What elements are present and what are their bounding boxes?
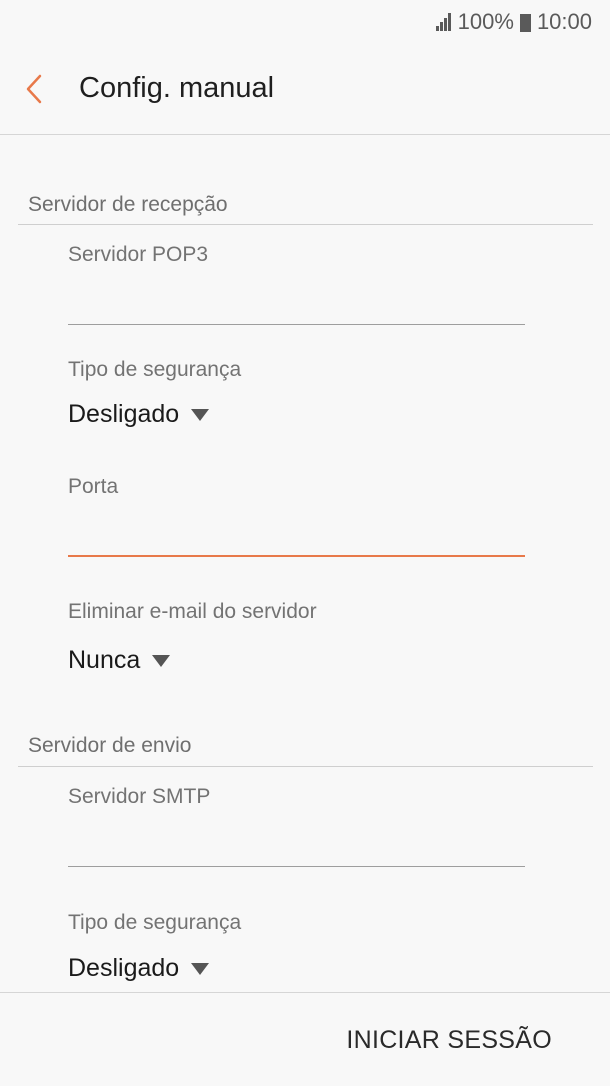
delete-email-value: Nunca [68, 646, 141, 674]
incoming-security-value: Desligado [68, 400, 180, 428]
signal-icon [435, 13, 452, 31]
dropdown-arrow-icon [191, 962, 210, 975]
incoming-security-label: Tipo de segurança [68, 358, 242, 381]
pop3-server-input[interactable] [68, 284, 525, 325]
pop3-server-label: Servidor POP3 [68, 243, 209, 266]
outgoing-security-label: Tipo de segurança [68, 911, 242, 934]
bottom-action-bar: INICIAR SESSÃO [0, 992, 610, 1086]
incoming-security-dropdown[interactable]: Desligado [68, 400, 210, 429]
smtp-server-input[interactable] [68, 826, 525, 867]
delete-email-label: Eliminar e-mail do servidor [68, 600, 317, 623]
port-label: Porta [68, 475, 119, 498]
page-title: Config. manual [79, 72, 275, 104]
section-divider [18, 224, 593, 225]
section-title-incoming: Servidor de recepção [28, 193, 228, 216]
sign-in-button[interactable]: INICIAR SESSÃO [346, 1026, 552, 1055]
section-title-outgoing: Servidor de envio [28, 734, 192, 757]
dropdown-arrow-icon [191, 408, 210, 421]
port-input[interactable] [68, 515, 525, 557]
delete-email-dropdown[interactable]: Nunca [68, 646, 171, 675]
clock: 10:00 [536, 9, 592, 34]
dropdown-arrow-icon [152, 654, 171, 667]
section-divider [18, 766, 593, 767]
battery-icon [519, 14, 531, 32]
status-bar: 100% 10:00 [0, 0, 610, 44]
back-arrow-icon[interactable] [22, 72, 46, 106]
app-bar: Config. manual [0, 44, 610, 135]
outgoing-security-dropdown[interactable]: Desligado [68, 954, 210, 983]
battery-percent: 100% [457, 9, 514, 34]
smtp-server-label: Servidor SMTP [68, 785, 211, 808]
outgoing-security-value: Desligado [68, 954, 180, 982]
